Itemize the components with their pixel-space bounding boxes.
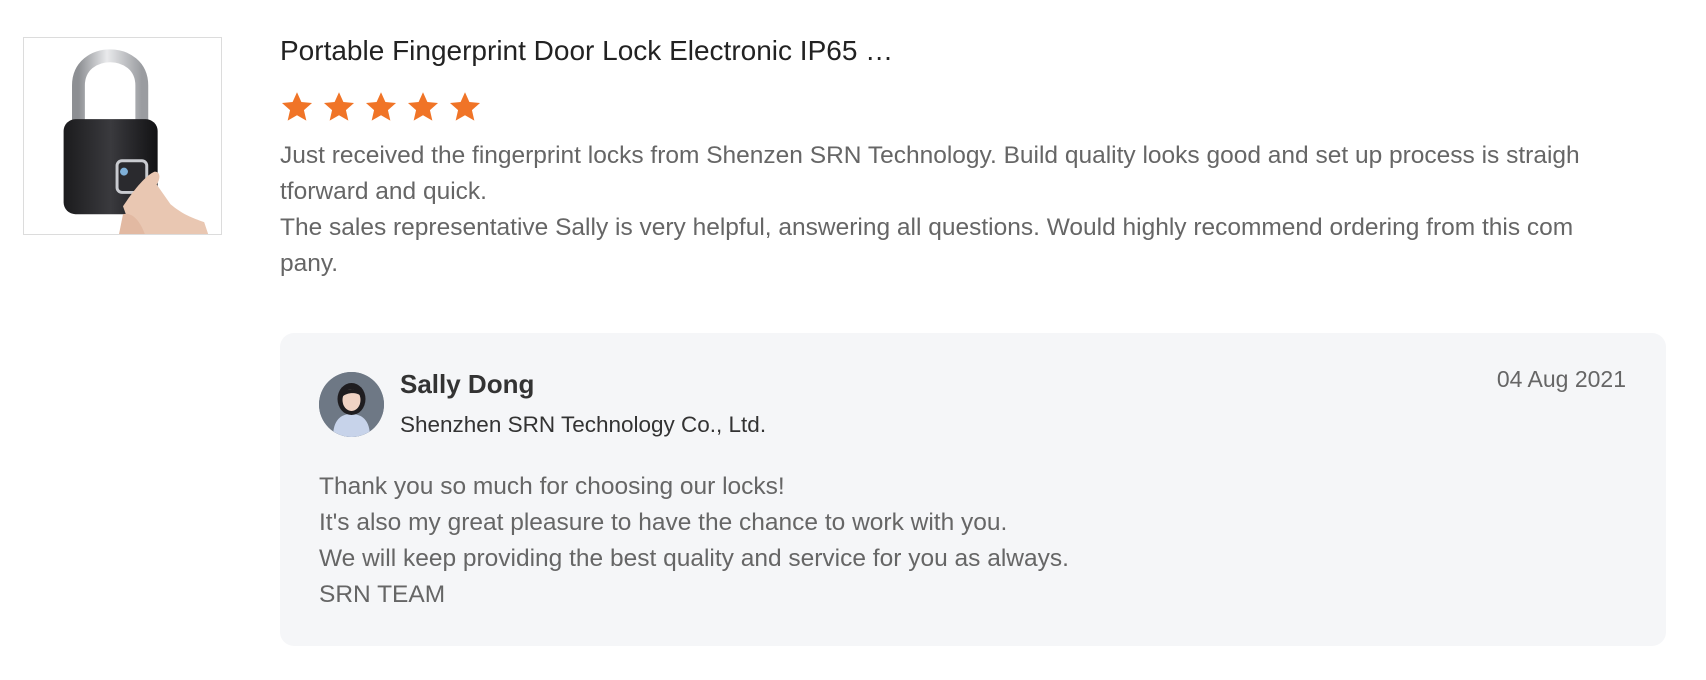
- reply-line: It's also my great pleasure to have the …: [319, 509, 1008, 536]
- product-thumbnail[interactable]: [23, 37, 222, 235]
- seller-company: Shenzhen SRN Technology Co., Ltd.: [400, 412, 767, 437]
- padlock-fingerprint-icon: [63, 49, 209, 234]
- reply-line: SRN TEAM: [319, 581, 446, 608]
- rating-stars: [280, 90, 1670, 126]
- review-line: The sales representative Sally is very h…: [280, 214, 1574, 277]
- review-line: Just received the fingerprint locks from…: [280, 142, 1580, 205]
- star-icon: [281, 92, 313, 121]
- reply-line: We will keep providing the best quality …: [319, 545, 1069, 572]
- reply-date: 04 Aug 2021: [1496, 366, 1626, 392]
- review-card: Portable Fingerprint Door Lock Electroni…: [0, 0, 1706, 680]
- review-text: Just received the fingerprint locks from…: [280, 138, 1585, 282]
- review-content: Portable Fingerprint Door Lock Electroni…: [280, 30, 1670, 282]
- seller-avatar-icon: [319, 372, 384, 437]
- reply-text: Thank you so much for choosing our locks…: [319, 469, 1619, 613]
- product-title[interactable]: Portable Fingerprint Door Lock Electroni…: [280, 30, 1670, 72]
- star-icon: [323, 92, 355, 121]
- star-icon: [365, 92, 397, 121]
- reply-line: Thank you so much for choosing our locks…: [319, 473, 785, 500]
- star-icon: [407, 92, 439, 121]
- seller-name: Sally Dong: [400, 369, 535, 399]
- star-icon: [449, 92, 481, 121]
- seller-reply: Sally Dong Shenzhen SRN Technology Co., …: [280, 333, 1666, 646]
